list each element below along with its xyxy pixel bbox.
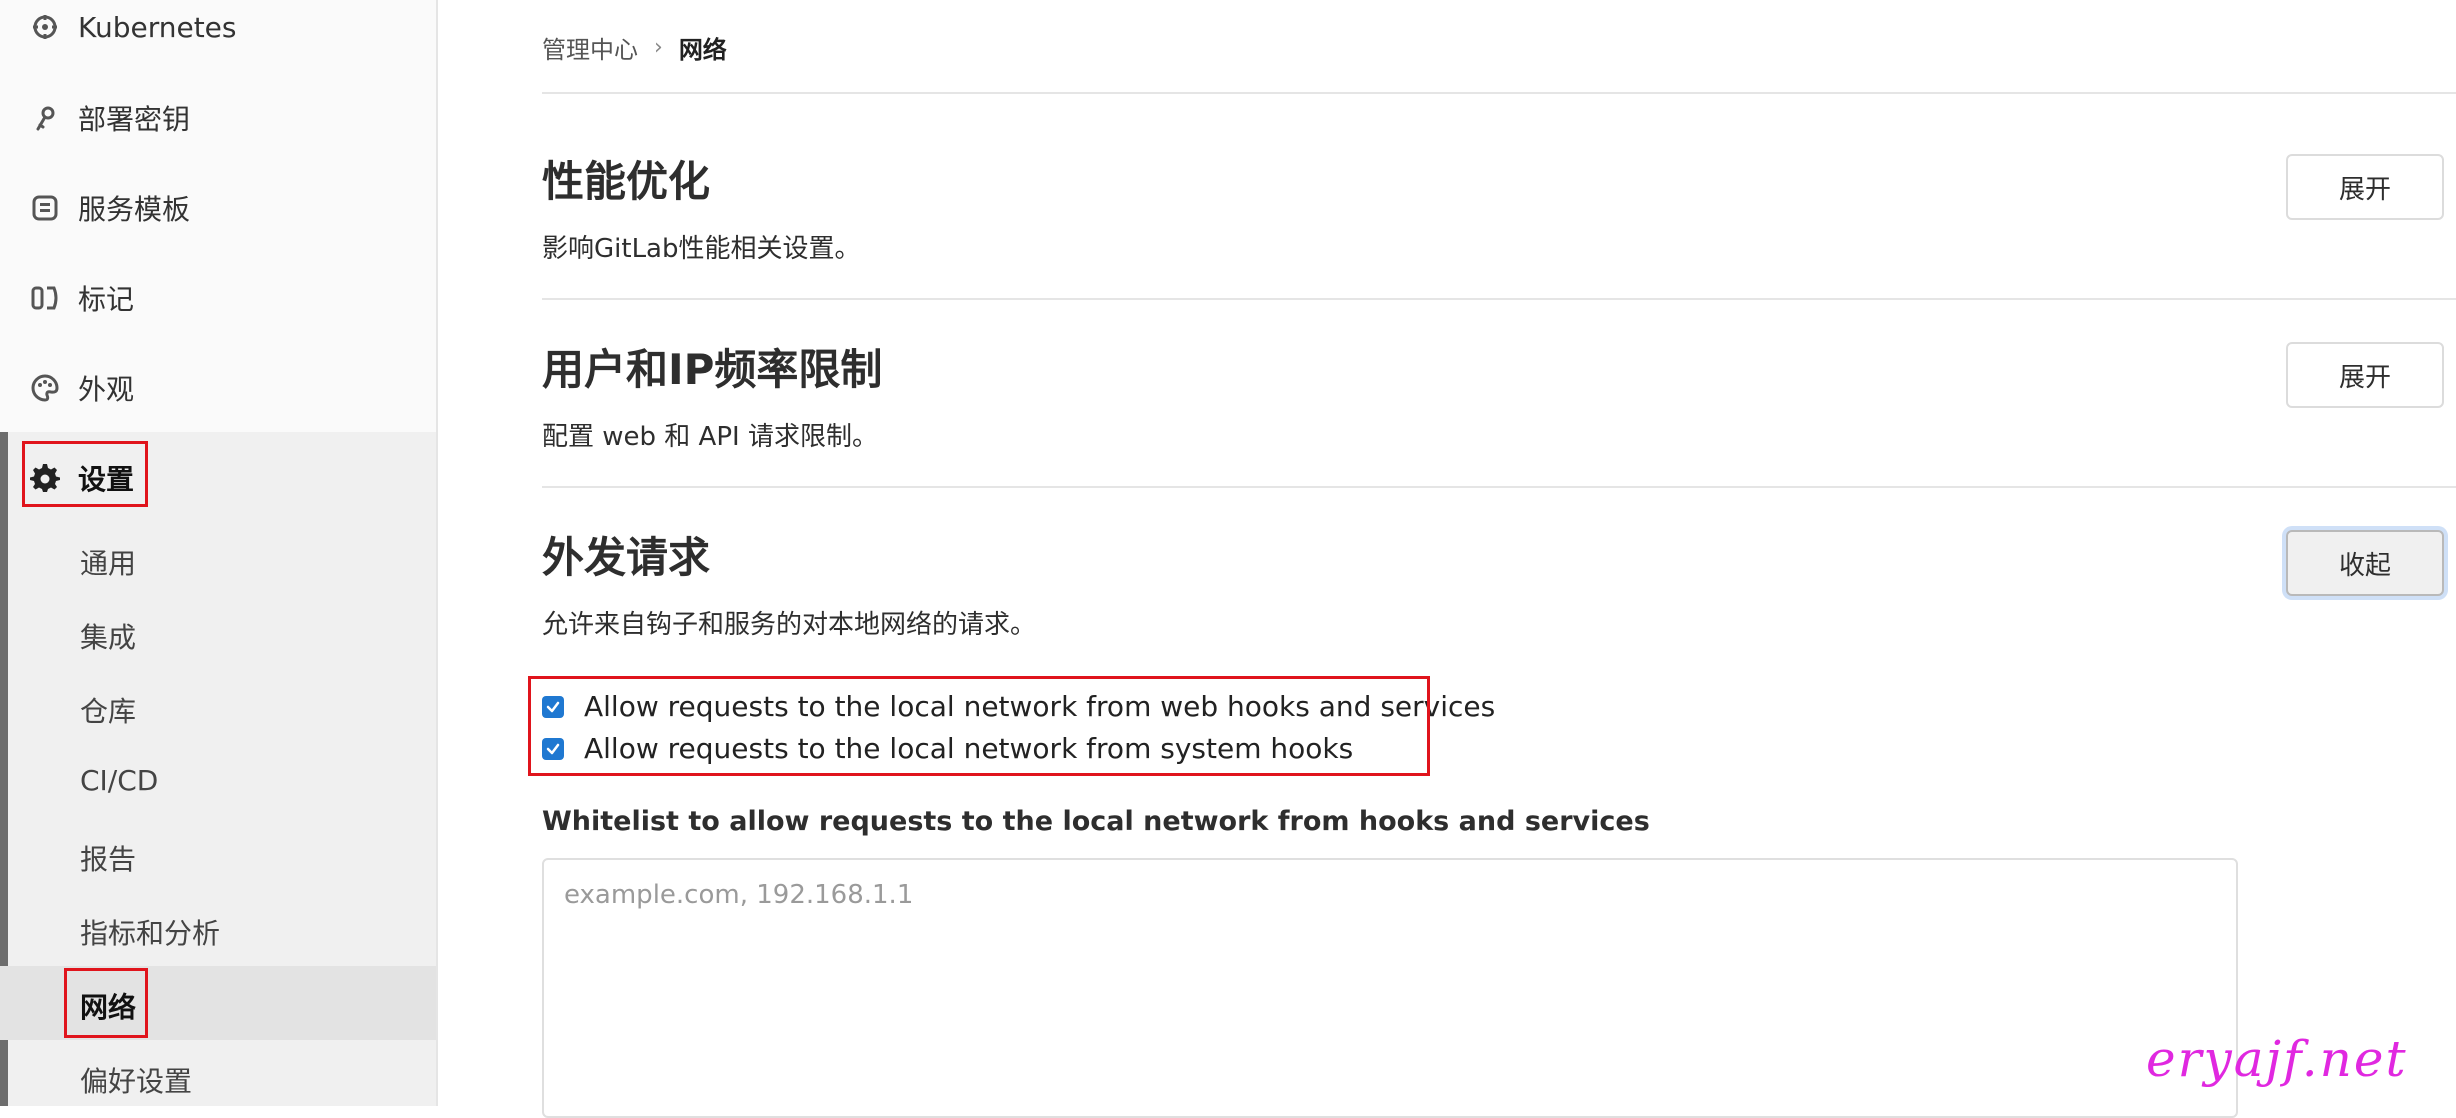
sidebar-item-labels[interactable]: 标记 [0,253,436,343]
sidebar-subitem-preferences[interactable]: 偏好设置 [0,1040,436,1114]
divider [542,298,2456,300]
sidebar-item-kubernetes[interactable]: Kubernetes [0,0,436,72]
sidebar-subitem-label: 仓库 [80,695,137,728]
collapse-button-outbound-requests[interactable]: 收起 [2286,530,2444,596]
section-title-rate-limits: 用户和IP频率限制 [542,345,883,394]
breadcrumb-current: 网络 [678,36,727,64]
palette-icon [30,373,60,403]
sidebar-subitem-reporting[interactable]: 报告 [0,818,436,892]
highlight-box-network [64,968,148,1038]
highlight-box-checkboxes [528,676,1430,776]
kubernetes-icon [30,12,60,42]
sidebar-item-deploy-keys[interactable]: 部署密钥 [0,73,436,163]
sidebar-subitem-general[interactable]: 通用 [0,522,436,596]
sidebar-item-appearance[interactable]: 外观 [0,343,436,433]
sidebar-subitem-label: 通用 [80,547,137,580]
section-title-outbound-requests: 外发请求 [542,533,711,582]
sidebar-subitem-ci-cd[interactable]: CI/CD [0,744,436,818]
highlight-box-settings [22,441,148,507]
sidebar-item-label: 标记 [78,283,135,316]
sidebar: Kubernetes 部署密钥 服务模板 标记 外观 设置 通用 集成 仓库 C… [0,0,438,1106]
sidebar-subitem-label: CI/CD [80,764,159,797]
sidebar-subitem-label: 报告 [80,843,137,876]
sidebar-item-label: Kubernetes [78,10,237,44]
sidebar-subitem-repository[interactable]: 仓库 [0,670,436,744]
expand-button-rate-limits[interactable]: 展开 [2286,342,2444,408]
breadcrumb: 管理中心 › 网络 [542,30,727,65]
labels-icon [30,283,60,313]
sidebar-subitem-label: 偏好设置 [80,1065,193,1098]
section-title-performance: 性能优化 [542,157,711,206]
section-desc-performance: 影响GitLab性能相关设置。 [542,234,861,264]
divider [542,486,2456,488]
sidebar-item-service-templates[interactable]: 服务模板 [0,163,436,253]
chevron-right-icon: › [654,35,663,60]
divider [542,92,2456,94]
whitelist-label: Whitelist to allow requests to the local… [542,806,1650,837]
sidebar-subitem-label: 集成 [80,621,137,654]
sidebar-subitem-metrics[interactable]: 指标和分析 [0,892,436,966]
sidebar-item-label: 部署密钥 [78,103,191,136]
sidebar-item-label: 服务模板 [78,193,191,226]
section-desc-outbound-requests: 允许来自钩子和服务的对本地网络的请求。 [542,610,1037,640]
sidebar-subitem-integrations[interactable]: 集成 [0,596,436,670]
sidebar-subitem-label: 指标和分析 [80,917,221,950]
key-icon [30,103,60,133]
section-desc-rate-limits: 配置 web 和 API 请求限制。 [542,422,878,452]
watermark: eryajf.net [2146,1030,2408,1088]
template-icon [30,193,60,223]
whitelist-textarea[interactable] [542,858,2238,1118]
sidebar-item-label: 外观 [78,373,135,406]
expand-button-performance[interactable]: 展开 [2286,154,2444,220]
breadcrumb-parent[interactable]: 管理中心 [542,30,638,65]
